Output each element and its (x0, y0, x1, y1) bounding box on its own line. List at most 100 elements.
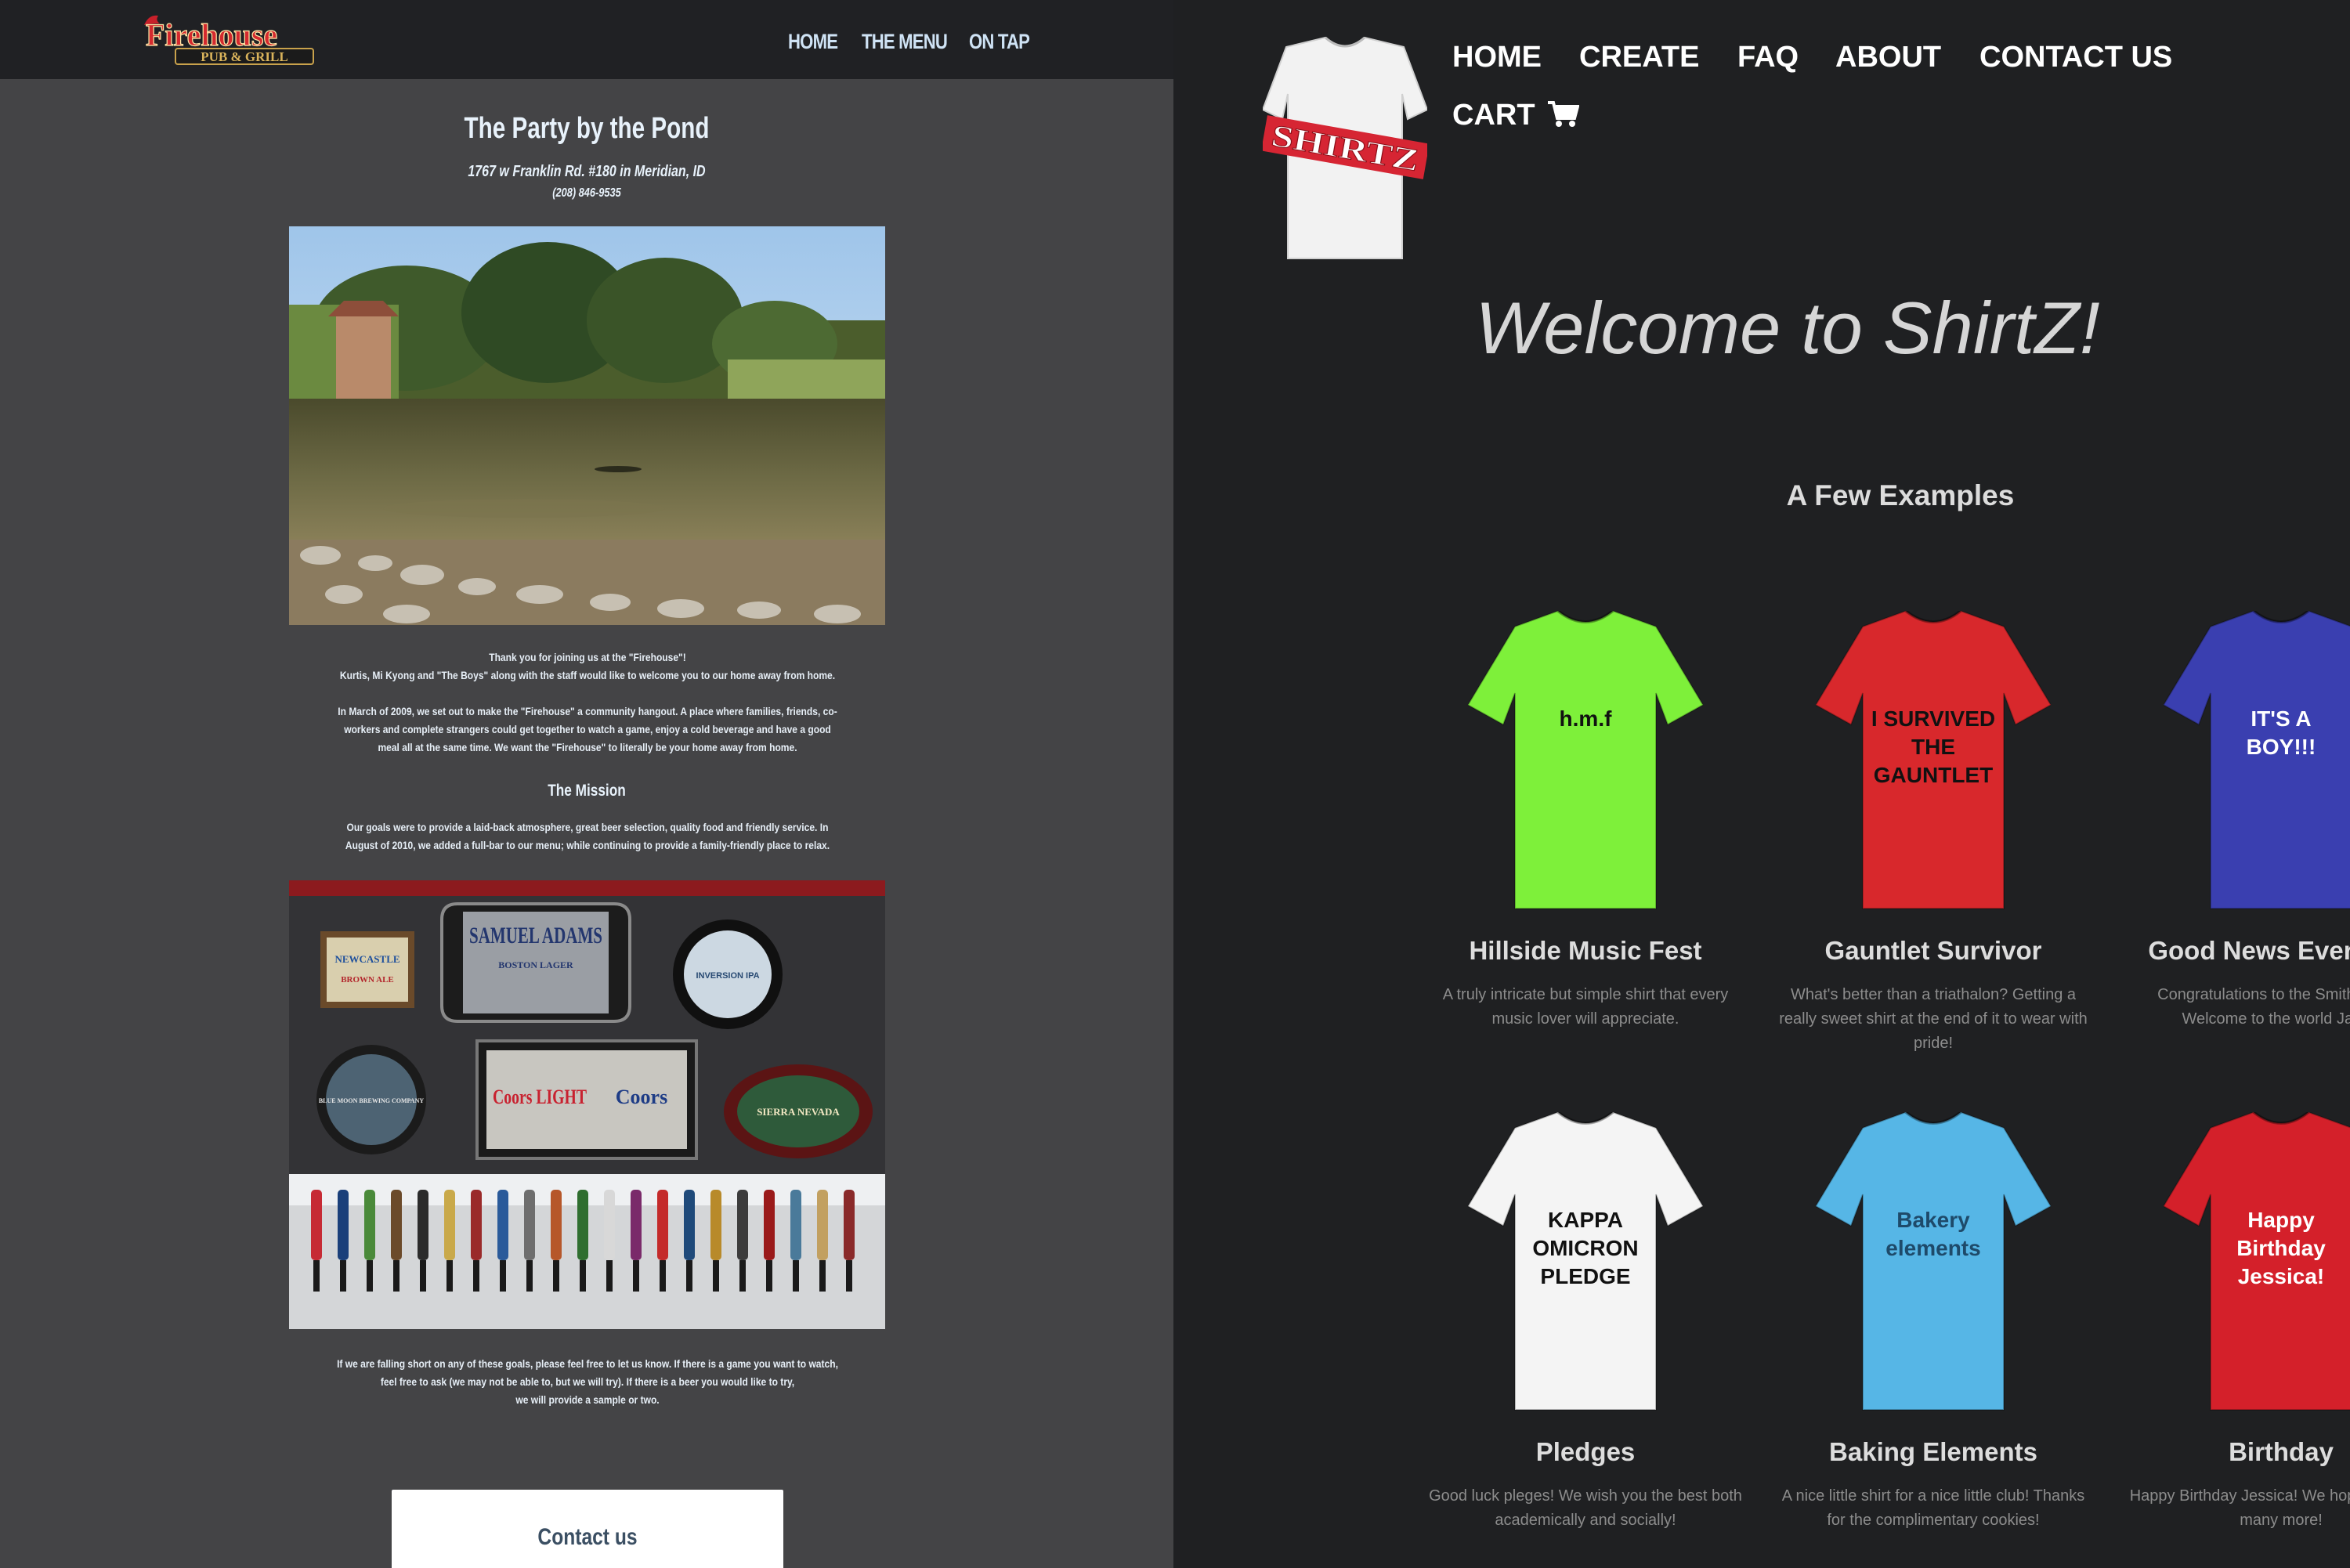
tap-spout (633, 1260, 639, 1292)
tap-handle (604, 1190, 615, 1260)
tap-spout (606, 1260, 613, 1292)
example-title[interactable]: Hillside Music Fest (1413, 936, 1758, 966)
tap-handle (338, 1190, 349, 1260)
bluemoon-sign-text: BLUE MOON BREWING COMPANY (319, 1097, 425, 1104)
firehouse-closing-text: If we are falling short on any of these … (331, 1355, 844, 1409)
firehouse-logo[interactable]: Firehouse PUB & GRILL (139, 8, 352, 70)
tap-spout (446, 1260, 453, 1292)
tap-spout (473, 1260, 479, 1292)
story-line: meal all at the same time. We want the "… (378, 741, 797, 753)
samuel-adams-sign-text: SAMUEL ADAMS (469, 923, 602, 948)
shirtz-logo[interactable]: SHIRTZ (1263, 31, 1427, 266)
shirtz-welcome-heading: Welcome to ShirtZ! (1475, 287, 2100, 369)
tap-handle (737, 1190, 748, 1260)
shirtz-nav-create[interactable]: CREATE (1579, 41, 1699, 74)
tap-spout (766, 1260, 772, 1292)
example-shirt-print: Happy Birthday Jessica! (2236, 1208, 2326, 1288)
tap-handle (764, 1190, 775, 1260)
tap-handle (364, 1190, 375, 1260)
tap-spout (686, 1260, 692, 1292)
newcastle-sign-subtext: BROWN ALE (341, 975, 394, 985)
shirtz-nav-cart[interactable]: CART (1452, 99, 1580, 132)
firehouse-page: Firehouse PUB & GRILL HOME THE MENU ON T… (0, 0, 1173, 1568)
example-shirt-image[interactable]: Bakery elements (1816, 1112, 2051, 1418)
coors-sign-text: Coors (616, 1086, 667, 1108)
welcome-line: Thank you for joining us at the "Firehou… (489, 651, 686, 663)
tap-handle (471, 1190, 482, 1260)
example-shirt-image[interactable]: IT'S A BOY!!! (2164, 611, 2350, 916)
example-title[interactable]: Pledges (1413, 1437, 1758, 1467)
example-title[interactable]: Good News Everyone (2109, 936, 2350, 966)
example-shirt-image[interactable]: h.m.f (1468, 611, 1703, 916)
firehouse-logo-subtitle: PUB & GRILL (201, 49, 287, 64)
example-description: Happy Birthday Jessica! We hope you have… (2129, 1487, 2350, 1529)
closing-line: we will provide a sample or two. (515, 1393, 660, 1406)
example-shirt-image[interactable]: I SURVIVED THE GAUNTLET (1816, 611, 2051, 916)
story-line: workers and complete strangers could get… (344, 723, 831, 735)
tap-spout (500, 1260, 506, 1292)
example-shirt-image[interactable]: KAPPA OMICRON PLEDGE (1468, 1112, 1703, 1418)
example-description: Good luck pleges! We wish you the best b… (1429, 1487, 1742, 1529)
welcome-line: Kurtis, Mi Kyong and "The Boys" along wi… (339, 669, 836, 681)
firehouse-story-text: In March of 2009, we set out to make the… (331, 703, 844, 757)
example-shirt-print: KAPPA OMICRON PLEDGE (1532, 1208, 1639, 1288)
example-description: A nice little shirt for a nice little cl… (1781, 1487, 2085, 1529)
firehouse-navbar: Firehouse PUB & GRILL HOME THE MENU ON T… (0, 0, 1173, 79)
example-shirt-print: IT'S A BOY!!! (2246, 706, 2316, 759)
sierra-nevada-sign-text: SIERRA NEVADA (757, 1106, 840, 1118)
shirtz-nav-home[interactable]: HOME (1452, 41, 1542, 74)
tap-spout (819, 1260, 826, 1292)
example-description: Congratulations to the Smith family! Wel… (2157, 986, 2350, 1028)
tap-handle (418, 1190, 428, 1260)
example-description: What's better than a triathalon? Getting… (1779, 986, 2088, 1052)
newcastle-sign-text: NEWCASTLE (334, 953, 400, 965)
tap-spout (420, 1260, 426, 1292)
example-title[interactable]: Gauntlet Survivor (1761, 936, 2106, 966)
story-line: In March of 2009, we set out to make the… (338, 705, 837, 717)
firehouse-address: 1767 w Franklin Rd. #180 in Meridian, ID (468, 163, 706, 180)
pond-photo (289, 226, 885, 625)
beer-taps-photo: NEWCASTLE BROWN ALE SAMUEL ADAMS BOSTON … (289, 880, 885, 1329)
firehouse-nav-home[interactable]: HOME (788, 30, 838, 54)
example-shirt-print: I SURVIVED THE GAUNTLET (1871, 706, 1996, 787)
firehouse-nav-on-tap[interactable]: ON TAP (969, 30, 1030, 54)
firehouse-logo-title: Firehouse (146, 17, 277, 52)
firehouse-welcome-text: Thank you for joining us at the "Firehou… (331, 649, 844, 685)
example-shirt-print: Bakery elements (1885, 1208, 1981, 1260)
tap-spout (846, 1260, 852, 1292)
examples-heading: A Few Examples (1786, 479, 2015, 511)
tap-spout (793, 1260, 799, 1292)
closing-line: feel free to ask (we may not be able to,… (380, 1375, 795, 1388)
shirtz-nav-faq[interactable]: FAQ (1737, 41, 1799, 74)
inversion-sign-text: INVERSION IPA (696, 971, 759, 981)
tap-handle (631, 1190, 642, 1260)
example-shirt-image[interactable]: Happy Birthday Jessica! (2164, 1112, 2350, 1418)
tap-spout (313, 1260, 320, 1292)
firehouse-phone[interactable]: (208) 846-9535 (118, 186, 1056, 201)
tap-spout (713, 1260, 719, 1292)
tap-handle (391, 1190, 402, 1260)
tap-handle (790, 1190, 801, 1260)
tap-handle (577, 1190, 588, 1260)
shirtz-nav-about[interactable]: ABOUT (1835, 41, 1941, 74)
example-shirt-print: h.m.f (1559, 706, 1612, 731)
samuel-adams-sign-subtext: BOSTON LAGER (498, 959, 573, 970)
tap-handle (684, 1190, 695, 1260)
contact-us-button[interactable]: Contact us (392, 1490, 783, 1568)
shirtz-page: SHIRTZ HOME CREATE FAQ ABOUT CONTACT US … (1177, 0, 2350, 1568)
tap-handle (710, 1190, 721, 1260)
example-title[interactable]: Baking Elements (1761, 1437, 2106, 1467)
coors-light-sign-text: Coors LIGHT (493, 1086, 587, 1108)
shirtz-nav-contact-us[interactable]: CONTACT US (1979, 41, 2172, 74)
tap-spout (340, 1260, 346, 1292)
tap-spout (553, 1260, 559, 1292)
firehouse-nav-menu[interactable]: THE MENU (862, 30, 948, 54)
tap-handle (551, 1190, 562, 1260)
mission-line: Our goals were to provide a laid-back at… (346, 821, 829, 833)
mission-heading: The Mission (548, 782, 626, 800)
example-description: A truly intricate but simple shirt that … (1442, 986, 1729, 1028)
example-title[interactable]: Birthday (2109, 1437, 2350, 1467)
firehouse-page-title: The Party by the Pond (464, 112, 710, 145)
tap-handle (444, 1190, 455, 1260)
tap-spout (739, 1260, 746, 1292)
